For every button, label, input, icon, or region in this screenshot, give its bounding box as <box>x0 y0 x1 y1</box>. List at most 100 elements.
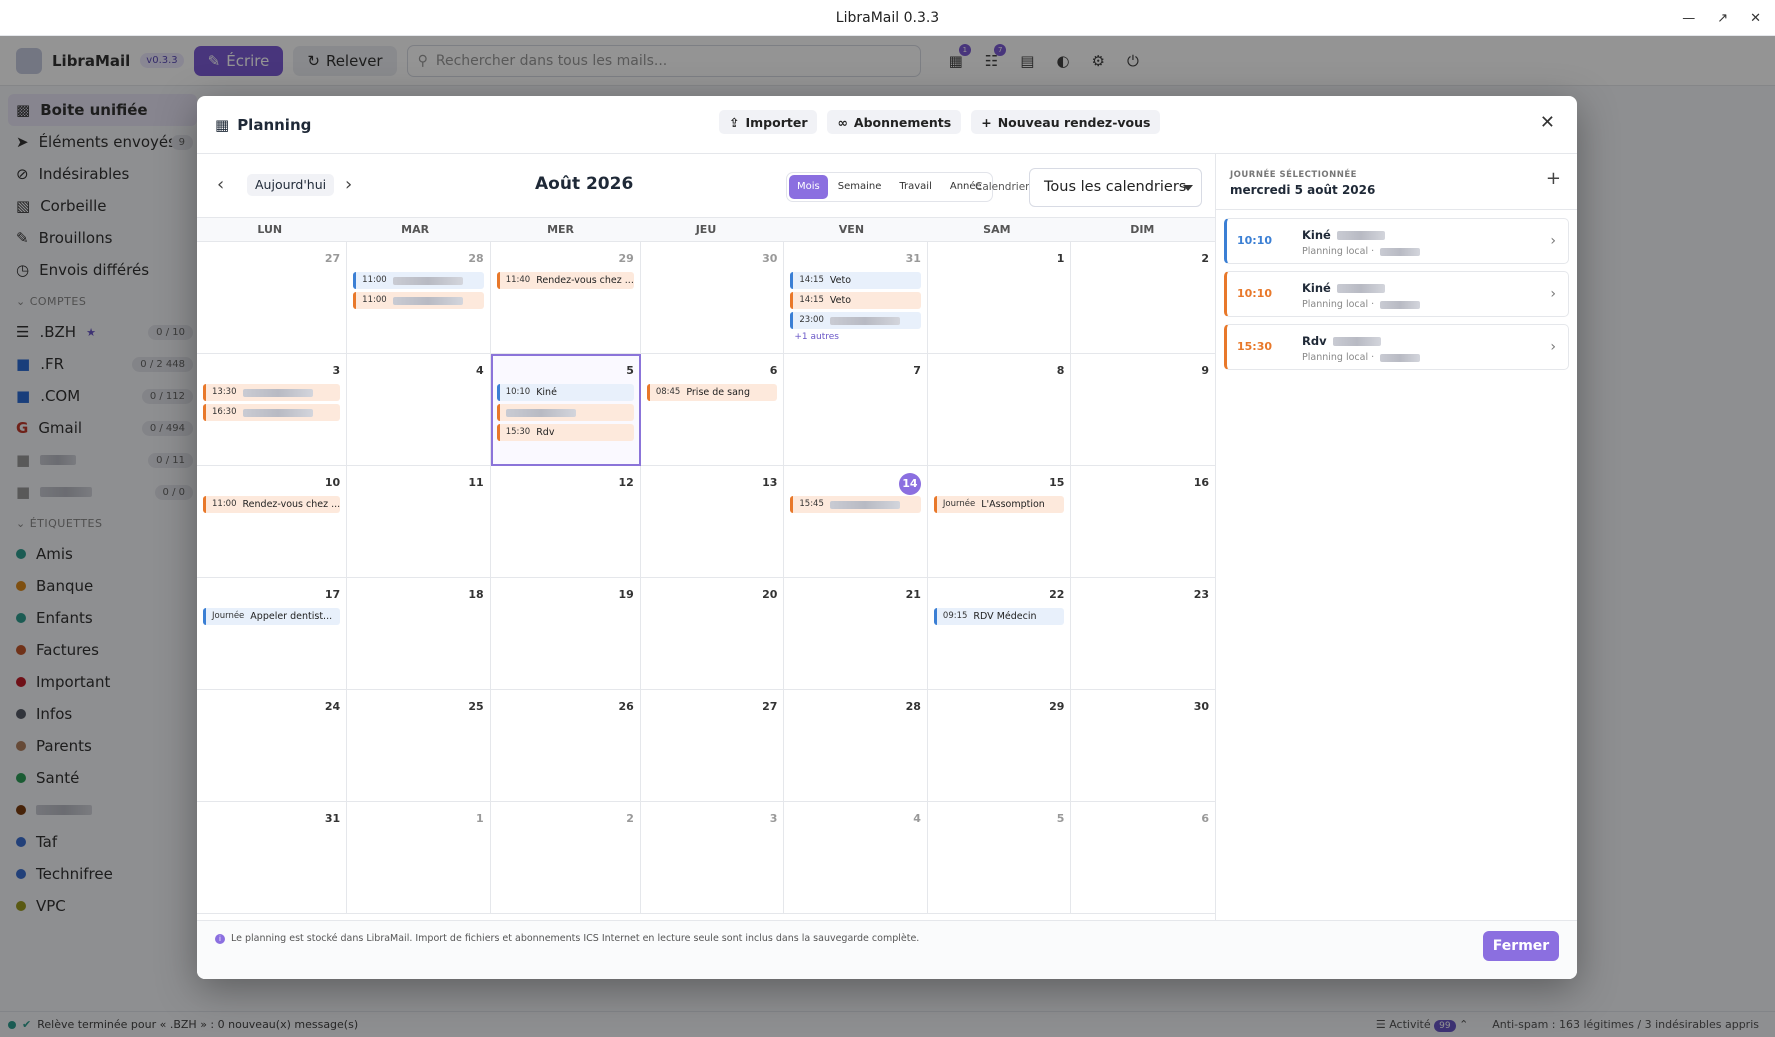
day-cell[interactable]: 19 <box>490 578 641 690</box>
view-week-tab[interactable]: Semaine <box>830 175 890 199</box>
day-cell[interactable]: 11 <box>347 466 491 578</box>
day-cell[interactable]: 10 11:00 Rendez-vous chez ... <box>197 466 348 578</box>
day-cell[interactable]: 25 <box>347 690 491 802</box>
day-cell[interactable]: 17 Journée Appeler dentist... <box>197 578 348 690</box>
day-cell[interactable]: 29 <box>927 690 1072 802</box>
close-icon[interactable]: ✕ <box>1540 112 1555 133</box>
day-cell[interactable]: 27 <box>197 242 348 354</box>
day-number: 17 <box>324 588 341 601</box>
calendar-event[interactable]: 15:30 Rdv <box>496 424 634 441</box>
day-cell[interactable]: 31 14:15 Veto 14:15 Veto 23:00 +1 autres <box>784 242 928 354</box>
day-number: 23 <box>1193 588 1209 601</box>
day-cell[interactable]: 27 <box>640 690 785 802</box>
calendar-event[interactable]: 15:45 <box>790 496 921 513</box>
import-button[interactable]: ⇪ Importer <box>719 110 818 134</box>
day-cell[interactable]: 15 Journée L'Assomption <box>927 466 1072 578</box>
redacted-text <box>392 296 463 305</box>
day-number: 16 <box>1193 476 1209 489</box>
calendar-icon: ▦ <box>215 115 230 134</box>
day-cell[interactable]: 21 <box>784 578 928 690</box>
day-number: 3 <box>332 364 341 377</box>
calendar-event[interactable]: 16:30 <box>203 404 341 421</box>
new-appointment-button[interactable]: + Nouveau rendez-vous <box>971 110 1161 134</box>
day-cell[interactable]: 26 <box>490 690 641 802</box>
calendar-event[interactable]: Journée Appeler dentist... <box>203 608 341 625</box>
close-button[interactable]: Fermer <box>1483 931 1559 961</box>
day-number: 5 <box>626 364 634 377</box>
calendar-select[interactable]: Tous les calendriers <box>1029 168 1202 207</box>
event-title-text: Kiné <box>1302 281 1331 295</box>
day-cell[interactable]: 2 <box>1071 242 1215 354</box>
day-cell[interactable]: 3 13:30 16:30 <box>197 354 348 466</box>
day-cell[interactable]: 5 10:10 Kiné 15:30 Rdv <box>490 354 641 466</box>
event-time: 14:15 <box>799 295 824 305</box>
calendar-nav: ‹ Aujourd'hui › Août 2026 Mois Semaine T… <box>197 154 1215 218</box>
day-cell[interactable]: 1 <box>927 242 1072 354</box>
day-number: 10 <box>324 476 341 489</box>
calendar-event[interactable]: 09:15 RDV Médecin <box>933 608 1065 625</box>
event-title: Rendez-vous chez ... <box>536 275 634 286</box>
day-cell[interactable]: 16 <box>1071 466 1215 578</box>
day-cell[interactable]: 3 <box>640 802 785 914</box>
calendar-event[interactable]: 11:40 Rendez-vous chez ... <box>496 272 634 289</box>
day-cell[interactable]: 6 08:45 Prise de sang <box>640 354 785 466</box>
prev-month-icon[interactable]: ‹ <box>217 174 224 195</box>
selected-day-event[interactable]: 15:30 Rdv Planning local · › <box>1224 324 1569 370</box>
day-cell[interactable]: 22 09:15 RDV Médecin <box>927 578 1072 690</box>
day-cell[interactable]: 30 <box>1071 690 1215 802</box>
calendar-event[interactable]: 14:15 Veto <box>790 272 921 289</box>
day-number: 5 <box>1056 812 1065 825</box>
more-events-link[interactable]: +1 autres <box>790 332 921 342</box>
dialog-header: ▦ Planning ⇪ Importer ∞ Abonnements + Nouvea… <box>197 96 1577 154</box>
redacted-text <box>1380 353 1421 362</box>
calendar-event[interactable]: 23:00 <box>790 312 921 329</box>
day-number: 26 <box>618 700 634 713</box>
today-button[interactable]: Aujourd'hui <box>247 174 335 196</box>
day-cell[interactable]: 29 11:40 Rendez-vous chez ... <box>490 242 641 354</box>
day-cell[interactable]: 4 <box>347 354 491 466</box>
day-cell[interactable]: 20 <box>640 578 785 690</box>
close-window-icon[interactable]: ✕ <box>1750 11 1761 26</box>
day-number: 29 <box>1049 700 1065 713</box>
calendar-event[interactable]: 10:10 Kiné <box>496 384 634 401</box>
calendar-event[interactable]: 11:00 <box>353 292 484 309</box>
minimize-icon[interactable]: — <box>1682 11 1695 26</box>
day-cell[interactable]: 1 <box>347 802 491 914</box>
calendar-event[interactable]: 11:00 <box>353 272 484 289</box>
day-cell[interactable]: 30 <box>640 242 785 354</box>
selected-day-event[interactable]: 10:10 Kiné Planning local · › <box>1224 271 1569 317</box>
day-cell[interactable]: 24 <box>197 690 348 802</box>
day-cell[interactable]: 23 <box>1071 578 1215 690</box>
day-cell[interactable]: 18 <box>347 578 491 690</box>
day-cell[interactable]: 9 <box>1071 354 1215 466</box>
day-cell[interactable]: 8 <box>927 354 1072 466</box>
day-number: 29 <box>618 252 634 265</box>
view-work-tab[interactable]: Travail <box>891 175 939 199</box>
day-cell[interactable]: 2 <box>490 802 641 914</box>
calendar-event[interactable] <box>496 404 634 421</box>
day-cell[interactable]: 4 <box>784 802 928 914</box>
add-event-icon[interactable]: + <box>1546 168 1561 189</box>
event-title: Kiné <box>1302 228 1385 242</box>
day-cell[interactable]: 14 15:45 <box>784 466 928 578</box>
event-time: Journée <box>942 499 976 509</box>
selected-day-event[interactable]: 10:10 Kiné Planning local · › <box>1224 218 1569 264</box>
calendar-event[interactable]: 13:30 <box>203 384 341 401</box>
view-month-tab[interactable]: Mois <box>789 175 828 199</box>
calendar-event[interactable]: 14:15 Veto <box>790 292 921 309</box>
maximize-icon[interactable]: ↗ <box>1717 11 1728 26</box>
day-cell[interactable]: 31 <box>197 802 348 914</box>
day-cell[interactable]: 6 <box>1071 802 1215 914</box>
day-cell[interactable]: 7 <box>784 354 928 466</box>
calendar-event[interactable]: Journée L'Assomption <box>933 496 1065 513</box>
day-cell[interactable]: 13 <box>640 466 785 578</box>
calendar-event[interactable]: 11:00 Rendez-vous chez ... <box>203 496 341 513</box>
next-month-icon[interactable]: › <box>345 174 352 195</box>
day-cell[interactable]: 28 <box>784 690 928 802</box>
calendar-event[interactable]: 08:45 Prise de sang <box>646 384 778 401</box>
day-cell[interactable]: 12 <box>490 466 641 578</box>
redacted-text <box>242 408 313 417</box>
day-cell[interactable]: 28 11:00 11:00 <box>347 242 491 354</box>
day-cell[interactable]: 5 <box>927 802 1072 914</box>
subscriptions-button[interactable]: ∞ Abonnements <box>827 110 962 134</box>
